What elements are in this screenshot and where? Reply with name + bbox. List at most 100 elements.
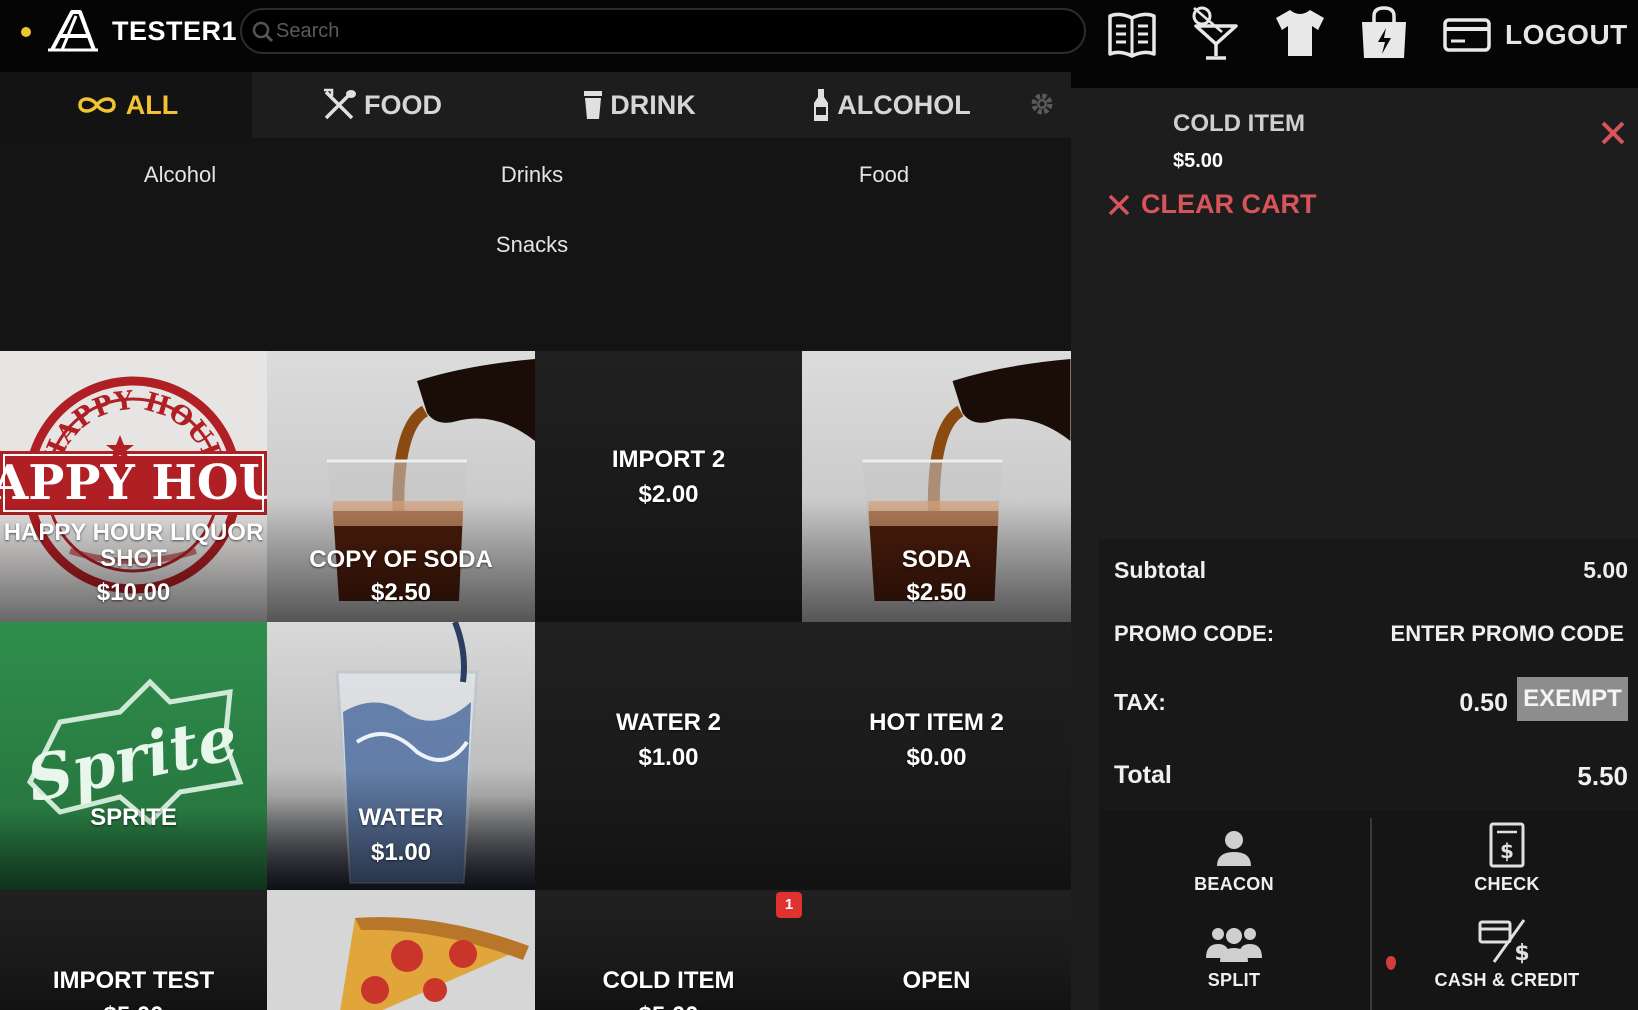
item-name: HAPPY HOUR LIQUOR SHOT [3, 519, 264, 572]
logout-button[interactable]: LOGOUT [1443, 6, 1628, 64]
svg-text:Sprite: Sprite [21, 701, 244, 817]
item-price: $1.00 [370, 839, 432, 866]
menu-book-icon[interactable] [1106, 4, 1158, 62]
item-tile-import-test[interactable]: IMPORT TEST $5.00 [0, 890, 267, 1010]
item-name: WATER [358, 804, 444, 831]
clear-cart-button[interactable]: CLEAR CART [1107, 189, 1317, 220]
cup-icon [584, 91, 603, 119]
cart-item-price: $5.00 [1173, 150, 1224, 172]
tab-all-label: ALL [125, 89, 179, 120]
search-icon [252, 21, 274, 43]
beacon-button[interactable]: BEACON [1134, 828, 1334, 895]
category-tabs: ALL FOOD DRINK ALCOHOL [0, 72, 1071, 138]
cash-credit-label: CASH & CREDIT [1434, 970, 1580, 990]
actions-divider [1370, 818, 1372, 1010]
tab-drink-label: DRINK [610, 89, 696, 120]
close-icon[interactable] [1598, 118, 1628, 148]
item-tile-happy-hour-liquor-shot[interactable]: HAPPY HOUR HAPPY HOUR HAPPY HOUR LIQUOR … [0, 351, 267, 622]
exempt-button[interactable]: EXEMPT [1517, 677, 1628, 721]
group-icon [1206, 928, 1262, 962]
item-price: $2.50 [906, 579, 967, 606]
cart-top-strip [1071, 72, 1638, 88]
credit-card-icon [1443, 18, 1491, 52]
item-name: SPRITE [90, 804, 177, 831]
subtotal-value: 5.00 [1583, 557, 1628, 583]
item-grid: HAPPY HOUR HAPPY HOUR HAPPY HOUR LIQUOR … [0, 351, 1071, 1010]
item-tile-copy-of-soda[interactable]: COPY OF SODA $2.50 [267, 351, 535, 622]
item-name: HOT ITEM 2 [869, 709, 1004, 736]
tab-food-label: FOOD [364, 89, 442, 120]
cart-item-name: COLD ITEM [1173, 110, 1305, 137]
shopping-bag-icon[interactable] [1358, 4, 1410, 62]
receipt-icon: $ [1489, 822, 1525, 868]
split-label: SPLIT [1207, 970, 1261, 990]
total-row: Total 5.50 [1099, 741, 1638, 801]
item-tile-import-2[interactable]: IMPORT 2 $2.00 [535, 351, 802, 622]
bottle-icon [814, 89, 829, 121]
split-button[interactable]: SPLIT [1134, 924, 1334, 991]
svg-text:$: $ [1514, 941, 1529, 964]
item-tile-sprite[interactable]: Sprite SPRITE [0, 622, 267, 890]
cocktail-icon[interactable] [1188, 4, 1244, 62]
tax-value: 0.50 [1459, 689, 1508, 717]
subcategory-food[interactable]: Food [784, 162, 984, 188]
subcategory-drinks[interactable]: Drinks [432, 162, 632, 188]
clear-cart-label: CLEAR CART [1141, 189, 1317, 219]
item-name: COLD ITEM [602, 967, 735, 994]
check-button[interactable]: $ CHECK [1407, 822, 1607, 895]
promo-label: PROMO CODE: [1114, 621, 1275, 646]
tab-alcohol[interactable]: ALCOHOL [766, 72, 1016, 138]
tab-drink[interactable]: DRINK [512, 72, 766, 138]
item-tile-water-2[interactable]: WATER 2 $1.00 [535, 622, 802, 890]
item-tile-cold-item[interactable]: COLD ITEM $5.00 [535, 890, 802, 1010]
search-bar[interactable] [240, 8, 1086, 54]
item-name: SODA [901, 546, 972, 573]
svg-text:$: $ [1500, 839, 1514, 863]
search-input[interactable] [276, 16, 1056, 46]
cash-credit-button[interactable]: $ CASH & CREDIT [1407, 918, 1607, 991]
item-tile-open[interactable]: OPEN [802, 890, 1071, 1010]
menu-pane: ALL FOOD DRINK ALCOHOL Alcohol Drinks Fo… [0, 72, 1071, 1010]
item-name: IMPORT 2 [611, 446, 726, 473]
tab-alcohol-label: ALCOHOL [837, 89, 971, 120]
tax-label: TAX: [1114, 689, 1166, 715]
infinity-icon [77, 97, 116, 113]
quantity-badge: 1 [776, 892, 802, 918]
item-tile-soda[interactable]: SODA $2.50 [802, 351, 1071, 622]
cart-pane: COLD ITEM $5.00 CLEAR CART Subtotal 5.00… [1071, 72, 1638, 1010]
utensils-icon [324, 88, 356, 120]
item-tile-hot-item-2[interactable]: HOT ITEM 2 $0.00 [802, 622, 1071, 890]
item-price: $1.00 [638, 744, 699, 771]
item-price: $10.00 [96, 579, 171, 606]
subcategory-alcohol[interactable]: Alcohol [80, 162, 280, 188]
item-tile-pizza[interactable] [267, 890, 535, 1010]
subcategory-snacks[interactable]: Snacks [432, 232, 632, 258]
total-label: Total [1114, 761, 1172, 789]
item-price: $5.00 [0, 1002, 267, 1010]
beacon-label: BEACON [1194, 874, 1274, 894]
cash-credit-icon: $ [1478, 919, 1530, 964]
check-label: CHECK [1474, 874, 1540, 894]
cart-item[interactable]: COLD ITEM $5.00 [1071, 88, 1638, 172]
gear-icon[interactable] [1030, 92, 1054, 116]
total-value: 5.50 [1577, 761, 1628, 791]
subtotal-label: Subtotal [1114, 557, 1206, 583]
tshirt-icon[interactable] [1274, 4, 1326, 62]
enter-promo-code-button[interactable]: ENTER PROMO CODE [1391, 621, 1624, 647]
item-price: $2.00 [638, 481, 699, 508]
payment-actions: BEACON $ CHECK SPLIT $ CASH & CREDIT [1099, 810, 1638, 1010]
item-name: WATER 2 [616, 709, 721, 736]
tax-row: TAX: 0.50 EXEMPT [1099, 669, 1638, 729]
close-icon [1108, 194, 1130, 215]
promo-row: PROMO CODE: ENTER PROMO CODE [1099, 599, 1638, 659]
tab-all[interactable]: ALL [0, 72, 252, 138]
logo-icon [48, 10, 98, 52]
subcategory-list: Alcohol Drinks Food Snacks [0, 138, 1071, 351]
item-tile-water[interactable]: WATER $1.00 [267, 622, 535, 890]
item-name: OPEN [902, 967, 971, 994]
tab-food[interactable]: FOOD [252, 72, 512, 138]
pizza-slice-image [340, 917, 529, 1010]
top-bar: TESTER1 LOGOUT [0, 0, 1638, 72]
item-price: $0.00 [906, 744, 967, 771]
item-name: COPY OF SODA [309, 546, 493, 573]
